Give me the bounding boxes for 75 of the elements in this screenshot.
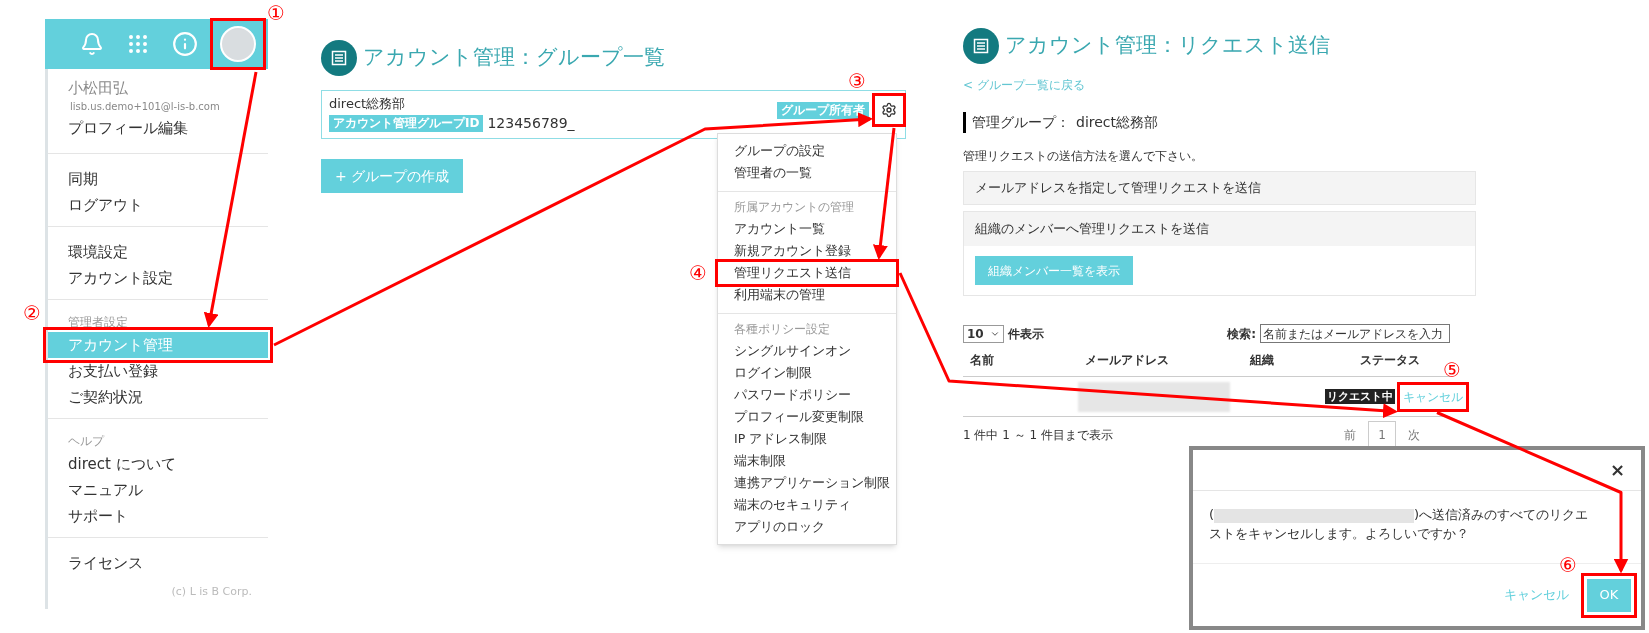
page-title: アカウント管理：グループ一覧 xyxy=(363,44,665,72)
menu-item[interactable]: サポート xyxy=(48,503,268,529)
page-size-select[interactable]: 10 xyxy=(963,324,1004,343)
option-label: メールアドレスを指定して管理リクエストを送信 xyxy=(975,178,1261,197)
menu-item[interactable]: 管理リクエスト送信 xyxy=(718,262,896,284)
step-number: ① xyxy=(267,3,285,23)
search-field[interactable]: 名前またはメールアドレスを入力 xyxy=(1260,324,1450,343)
menu-item[interactable]: プロフィール変更制限 xyxy=(718,406,896,428)
menu-item[interactable]: 管理者の一覧 xyxy=(718,162,896,184)
menu-item[interactable]: 同期 xyxy=(48,166,268,192)
table-summary: 1 件中 1 ～ 1 件目まで表示 xyxy=(963,427,1113,444)
menu-item[interactable]: 連携アプリケーション制限 xyxy=(718,472,896,494)
menu-item[interactable]: パスワードポリシー xyxy=(718,384,896,406)
step-number: ③ xyxy=(848,71,866,91)
menu-item[interactable]: 環境設定 xyxy=(48,239,268,265)
previous-link[interactable]: 前 xyxy=(1344,426,1357,444)
dialog-message: ( )へ送信済みのすべてのリクエストをキャンセルします。よろしいですか？ xyxy=(1209,506,1590,543)
menu-item[interactable]: ログアウト xyxy=(48,192,268,218)
menu-item[interactable]: 端末制限 xyxy=(718,450,896,472)
menu-header: ヘルプ xyxy=(67,433,106,450)
status-badge: リクエスト中 xyxy=(1325,389,1395,404)
option-panel[interactable]: 組織のメンバーへ管理リクエストを送信 組織メンバー一覧を表示 xyxy=(963,211,1476,296)
step-number: ④ xyxy=(689,263,707,283)
menu-item[interactable]: direct について xyxy=(48,451,268,477)
menu-header: 所属アカウントの管理 xyxy=(733,199,855,216)
next-link[interactable]: 次 xyxy=(1408,426,1420,444)
group-name: direct総務部 xyxy=(1076,113,1159,132)
group-name: direct総務部 xyxy=(329,95,407,113)
user-email: lisb.us.demo+101@l-is-b.com xyxy=(69,100,221,114)
menu-item[interactable]: アカウント一覧 xyxy=(718,218,896,240)
bell-icon[interactable] xyxy=(80,32,104,56)
column-header: 名前 xyxy=(969,352,995,369)
menu-header: 各種ポリシー設定 xyxy=(733,321,831,338)
column-header: 組織 xyxy=(1249,352,1275,369)
menu-item[interactable]: ライセンス xyxy=(48,550,268,576)
menu-item[interactable]: 端末のセキュリティ xyxy=(718,494,896,516)
menu-item[interactable]: アプリのロック xyxy=(718,516,896,538)
list-icon xyxy=(321,40,357,76)
menu-item[interactable]: シングルサインオン xyxy=(718,340,896,362)
option-panel[interactable]: メールアドレスを指定して管理リクエストを送信 xyxy=(963,171,1476,205)
highlight-frame xyxy=(1581,572,1637,618)
column-header: メールアドレス xyxy=(1084,352,1170,369)
menu-header: 管理者設定 xyxy=(67,314,129,331)
grid-icon[interactable] xyxy=(126,32,150,56)
avatar[interactable] xyxy=(220,26,256,62)
list-icon xyxy=(963,28,999,64)
user-name: 小松田弘 xyxy=(67,78,129,99)
page-size-label: 件表示 xyxy=(1008,325,1044,343)
menu-item[interactable]: マニュアル xyxy=(48,477,268,503)
option-label: 組織のメンバーへ管理リクエストを送信 xyxy=(975,219,1209,238)
page-title: アカウント管理：リクエスト送信 xyxy=(1005,32,1330,60)
id-label: アカウント管理グループID xyxy=(329,115,484,132)
menu-item[interactable]: ログイン制限 xyxy=(718,362,896,384)
menu-item[interactable]: 新規アカウント登録 xyxy=(718,240,896,262)
group-label: 管理グループ： xyxy=(972,113,1070,132)
group-id: 123456789_ xyxy=(487,114,575,133)
step-number: ⑥ xyxy=(1559,554,1577,575)
menu-item[interactable]: IP アドレス制限 xyxy=(718,428,896,450)
menu-item[interactable]: 利用端末の管理 xyxy=(718,284,896,306)
highlight-frame xyxy=(210,18,266,70)
search-label: 検索: xyxy=(1227,325,1256,343)
highlight-frame xyxy=(872,93,906,127)
menu-item[interactable]: お支払い登録 xyxy=(48,358,268,384)
highlight-frame xyxy=(1397,381,1469,412)
step-number: ② xyxy=(23,303,41,323)
column-header: ステータス xyxy=(1359,352,1421,369)
menu-item[interactable]: プロフィール編集 xyxy=(48,115,268,141)
instructions: 管理リクエストの送信方法を選んで下さい。 xyxy=(963,148,1204,165)
close-button[interactable]: × xyxy=(1609,461,1625,479)
menu-item[interactable]: グループの設定 xyxy=(718,140,896,162)
copyright: (c) L is B Corp. xyxy=(170,584,253,600)
info-icon[interactable] xyxy=(172,31,198,57)
step-number: ⑤ xyxy=(1443,359,1461,380)
menu-item[interactable]: アカウント設定 xyxy=(48,265,268,291)
menu-item[interactable]: ご契約状況 xyxy=(48,384,268,410)
